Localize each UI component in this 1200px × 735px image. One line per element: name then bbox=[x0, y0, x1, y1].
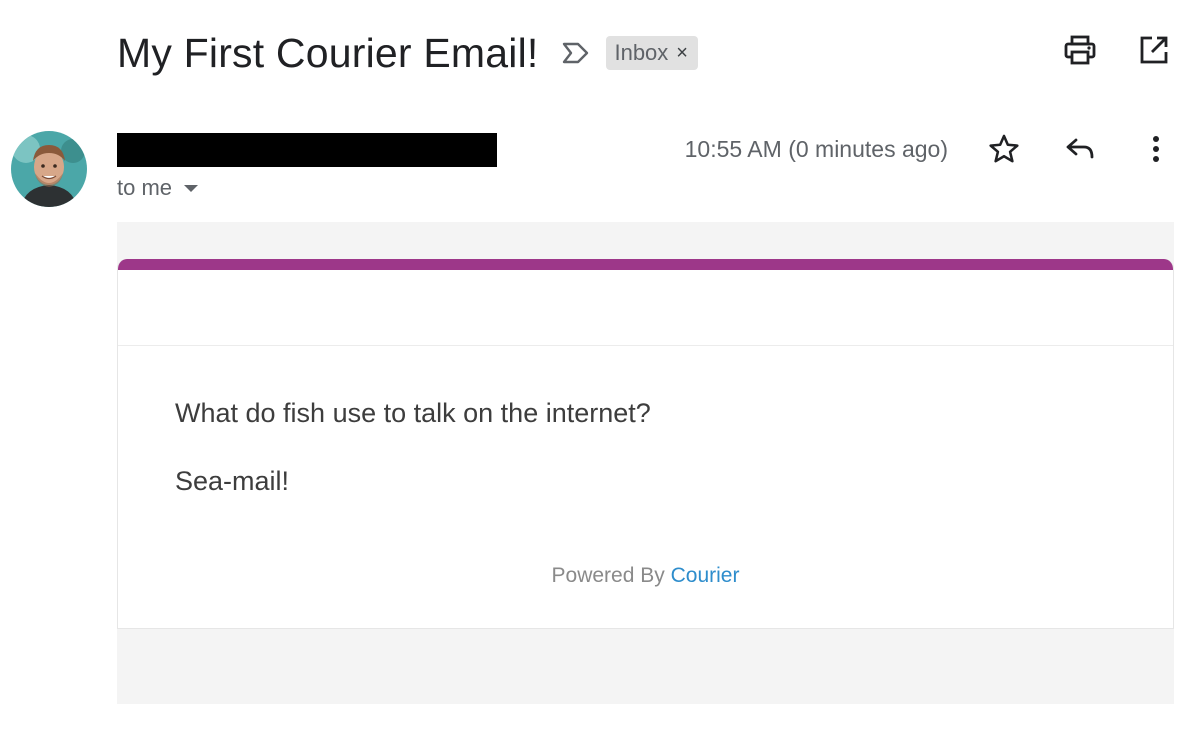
chevron-down-icon bbox=[184, 184, 199, 192]
body-line-answer: Sea-mail! bbox=[175, 466, 290, 496]
card-header bbox=[118, 270, 1173, 346]
card-content: What do fish use to talk on the internet… bbox=[118, 346, 1173, 496]
courier-link[interactable]: Courier bbox=[671, 564, 740, 587]
open-in-new-window-icon[interactable] bbox=[1136, 32, 1172, 68]
message-actions bbox=[986, 131, 1174, 167]
star-icon[interactable] bbox=[986, 131, 1022, 167]
inbox-label-chip[interactable]: Inbox × bbox=[606, 36, 698, 70]
body-line-question: What do fish use to talk on the internet… bbox=[175, 398, 651, 428]
accent-bar bbox=[118, 259, 1173, 270]
inbox-label-text: Inbox bbox=[614, 40, 669, 65]
thread-actions bbox=[1062, 32, 1172, 68]
label-importance-icon[interactable] bbox=[560, 37, 592, 69]
email-subject: My First Courier Email! bbox=[117, 29, 539, 76]
recipient-details-toggle[interactable]: to me bbox=[117, 175, 199, 201]
powered-by-footer: Powered By Courier bbox=[118, 564, 1173, 588]
remove-label-icon[interactable]: × bbox=[676, 43, 688, 63]
print-icon[interactable] bbox=[1062, 32, 1098, 68]
sender-name-redacted bbox=[117, 133, 497, 167]
subject-row: My First Courier Email! Inbox × bbox=[117, 26, 698, 80]
powered-by-text: Powered By bbox=[551, 564, 665, 587]
email-body: What do fish use to talk on the internet… bbox=[117, 222, 1174, 704]
email-card: What do fish use to talk on the internet… bbox=[117, 259, 1174, 629]
avatar[interactable] bbox=[11, 131, 87, 207]
recipient-text: to me bbox=[117, 175, 173, 200]
reply-icon[interactable] bbox=[1062, 131, 1098, 167]
timestamp: 10:55 AM (0 minutes ago) bbox=[684, 136, 948, 162]
more-vert-icon[interactable] bbox=[1138, 131, 1174, 167]
